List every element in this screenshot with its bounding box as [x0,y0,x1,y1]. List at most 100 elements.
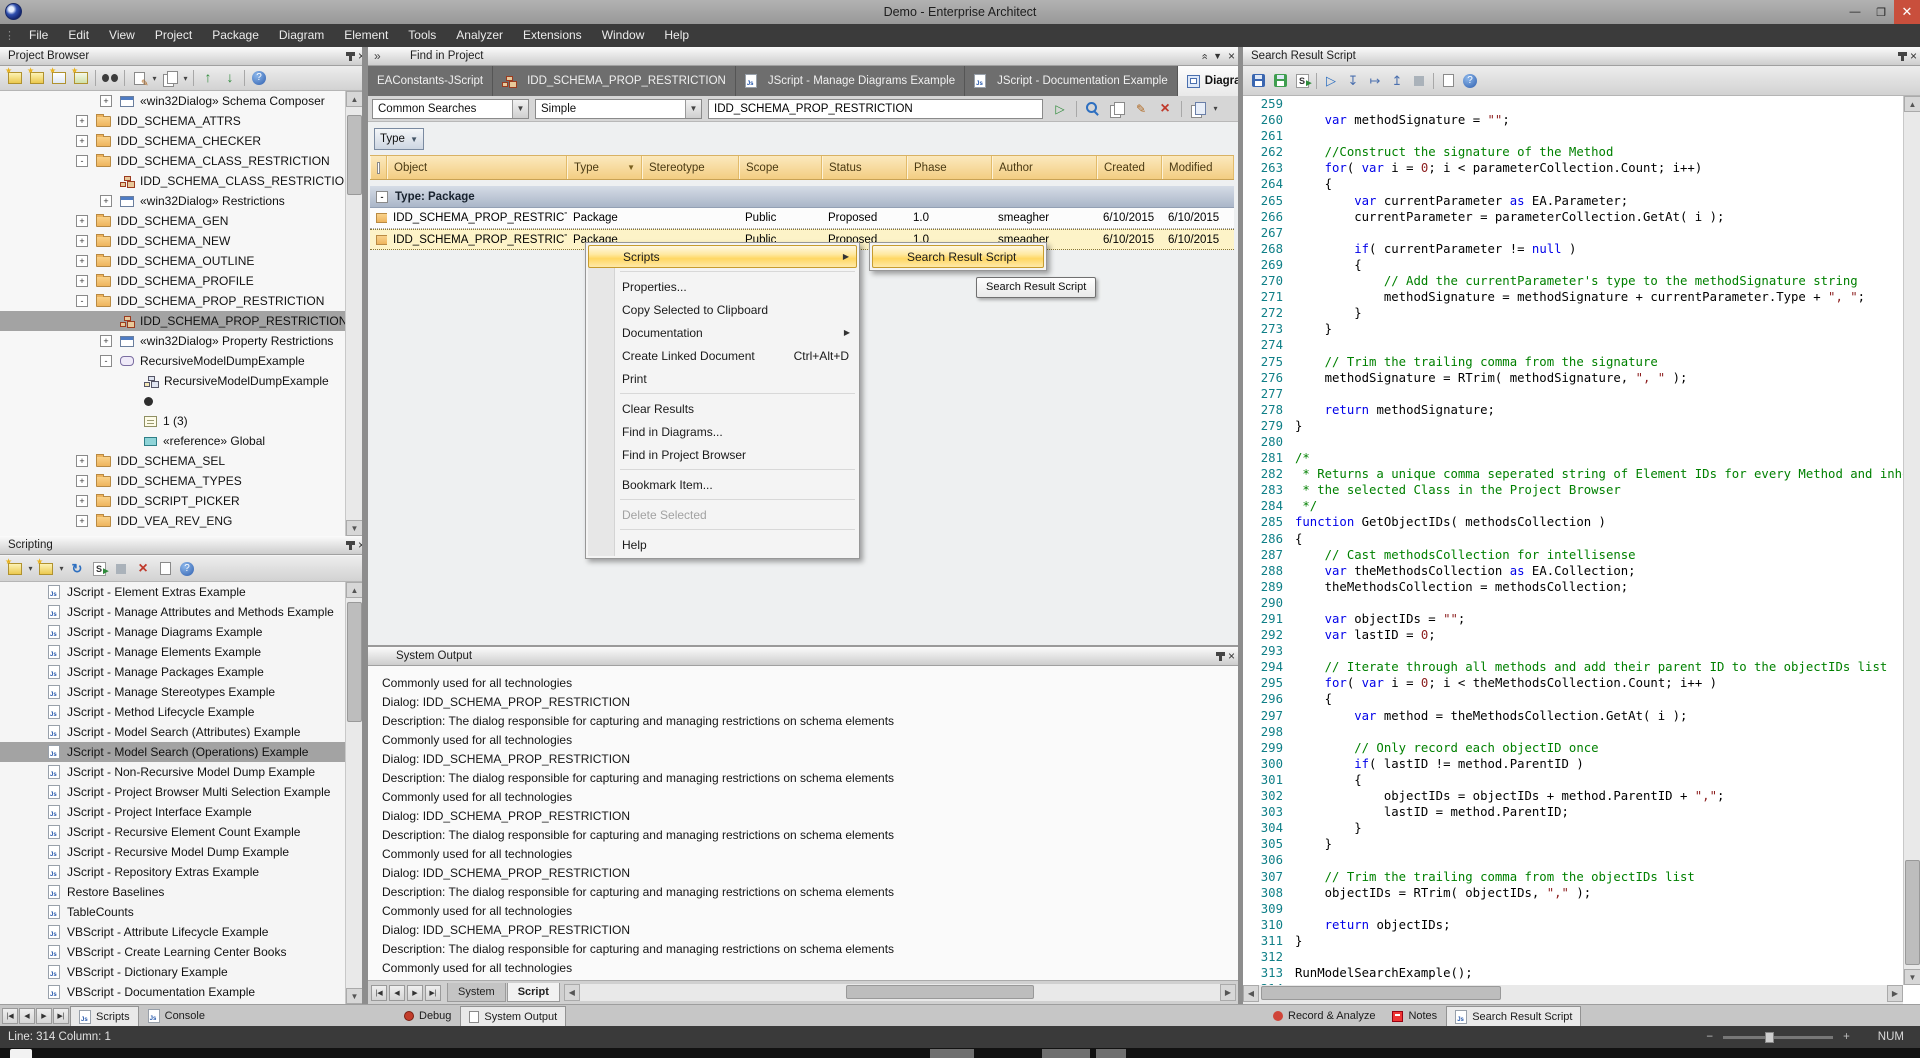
close-button[interactable]: ✕ [1894,0,1920,24]
tree-item-idd-schema-prop-restriction[interactable]: -IDD_SCHEMA_PROP_RESTRICTION [0,291,345,311]
new-element-icon[interactable] [70,68,92,88]
tab-eaconstants-jscript[interactable]: EAConstants-JScript [368,66,493,96]
menu-item-properties[interactable]: Properties... [588,275,857,298]
first-tab-icon[interactable]: |◀ [2,1008,18,1024]
prev-tab-icon[interactable]: ◀ [389,985,405,1001]
new-script-icon[interactable] [35,559,57,579]
script-item-jscript-project-interface-example[interactable]: JScript - Project Interface Example [0,802,345,822]
tab-jscript-documentation-example[interactable]: JScript - Documentation Example [965,66,1178,96]
pin-icon[interactable] [1901,52,1904,61]
menu-item-create-linked-document[interactable]: Create Linked DocumentCtrl+Alt+D [588,344,857,367]
tree-item-idd-schema-class-restriction[interactable]: -IDD_SCHEMA_CLASS_RESTRICTION [0,151,345,171]
delete-icon[interactable] [1154,99,1176,119]
help-icon[interactable] [248,68,270,88]
new-model-icon[interactable] [4,68,26,88]
tree-item-idd-schema-prop-restriction[interactable]: IDD_SCHEMA_PROP_RESTRICTION [0,311,345,331]
menu-item-documentation[interactable]: Documentation▶ [588,321,857,344]
run-search-icon[interactable] [1049,99,1071,119]
scroll-down-icon[interactable]: ▼ [346,520,363,536]
dock-tab-system-output[interactable]: System Output [460,1006,566,1026]
script-item-jscript-manage-attributes-and-methods-example[interactable]: JScript - Manage Attributes and Methods … [0,602,345,622]
tab-diagram-script[interactable]: Diagram Script [1178,66,1238,96]
menu-item-bookmark-item[interactable]: Bookmark Item... [588,473,857,496]
script-item-tablecounts[interactable]: TableCounts [0,902,345,922]
tab-idd-schema-prop-restriction[interactable]: IDD_SCHEMA_PROP_RESTRICTION [493,66,736,96]
expander-icon[interactable]: + [76,515,88,527]
step-into-icon[interactable] [1342,71,1364,91]
script-item-vbscript-create-learning-center-books[interactable]: VBScript - Create Learning Center Books [0,942,345,962]
column-header-type[interactable]: Type▼ [567,156,642,179]
script-item-jscript-repository-extras-example[interactable]: JScript - Repository Extras Example [0,862,345,882]
scroll-up-icon[interactable]: ▲ [346,582,363,598]
tree-item-idd-schema-gen[interactable]: +IDD_SCHEMA_GEN [0,211,345,231]
output-tab-system[interactable]: System [447,983,506,1002]
maximize-button[interactable]: ❐ [1868,0,1894,24]
script-item-jscript-method-lifecycle-example[interactable]: JScript - Method Lifecycle Example [0,702,345,722]
script-list-scrollbar[interactable]: ▲ ▼ [345,582,362,1004]
scroll-up-icon[interactable]: ▲ [346,91,363,107]
script-item-vbscript-documentation-example[interactable]: VBScript - Documentation Example [0,982,345,1002]
close-panel-icon[interactable]: × [1228,647,1235,666]
tree-item-reference-global[interactable]: «reference» Global [0,431,345,451]
edit-icon[interactable] [1130,99,1152,119]
expander-icon[interactable]: + [100,195,112,207]
script-item-jscript-element-extras-example[interactable]: JScript - Element Extras Example [0,582,345,602]
run-script-icon[interactable] [88,559,110,579]
dropdown-caret-icon[interactable]: ▾ [57,564,66,573]
help-icon[interactable] [1459,71,1481,91]
menu-item-delete-selected[interactable]: Delete Selected [588,503,857,526]
tree-item-idd-schema-new[interactable]: +IDD_SCHEMA_NEW [0,231,345,251]
menu-window[interactable]: Window [592,24,655,47]
expander-icon[interactable]: + [76,215,88,227]
menu-tools[interactable]: Tools [398,24,446,47]
taskbar-item[interactable] [930,1049,974,1058]
column-header-author[interactable]: Author [992,156,1097,179]
menu-item-copy-selected-to-clipboard[interactable]: Copy Selected to Clipboard [588,298,857,321]
step-over-icon[interactable] [1364,71,1386,91]
tree-item-idd-schema-class-restriction[interactable]: IDD_SCHEMA_CLASS_RESTRICTION [0,171,345,191]
refresh-icon[interactable] [66,559,88,579]
step-out-icon[interactable] [1386,71,1408,91]
column-header-icon[interactable] [370,156,387,179]
options-icon[interactable] [1187,99,1209,119]
pin-icon[interactable] [349,541,352,550]
scroll-left-icon[interactable]: ◀ [1243,985,1259,1002]
expander-icon[interactable]: + [76,115,88,127]
menu-item-print[interactable]: Print [588,367,857,390]
collapse-group-icon[interactable]: - [376,191,388,203]
menu-diagram[interactable]: Diagram [269,24,334,47]
tree-item-idd-schema-sel[interactable]: +IDD_SCHEMA_SEL [0,451,345,471]
tree-item-idd-schema-types[interactable]: +IDD_SCHEMA_TYPES [0,471,345,491]
tree-item-recursivemodeldumpexample[interactable]: RecursiveModelDumpExample [0,371,345,391]
pin-icon[interactable] [349,52,352,61]
menu-element[interactable]: Element [334,24,398,47]
expander-icon[interactable]: - [76,295,88,307]
script-item-jscript-model-search-attributes-example[interactable]: JScript - Model Search (Attributes) Exam… [0,722,345,742]
expander-icon[interactable]: + [76,475,88,487]
scroll-right-icon[interactable]: ▶ [1887,985,1903,1002]
script-item-jscript-manage-diagrams-example[interactable]: JScript - Manage Diagrams Example [0,622,345,642]
menu-edit[interactable]: Edit [58,24,99,47]
new-diagram-icon[interactable] [48,68,70,88]
zoom-in-icon[interactable]: + [1843,1031,1850,1043]
tree-item-idd-schema-profile[interactable]: +IDD_SCHEMA_PROFILE [0,271,345,291]
menu-file[interactable]: File [19,24,58,47]
tree-item-win32dialog-schema-composer[interactable]: +«win32Dialog» Schema Composer [0,91,345,111]
help-icon[interactable] [176,559,198,579]
dropdown-caret-icon[interactable]: ▾ [150,74,159,83]
search-term-input[interactable] [708,99,1043,119]
editor-vscrollbar[interactable]: ▲ ▼ [1903,96,1920,985]
dropdown-caret-icon[interactable]: ▾ [181,74,190,83]
column-header-scope[interactable]: Scope [739,156,822,179]
editor-hscrollbar[interactable]: ◀ ▶ [1243,985,1903,1004]
group-by-type-button[interactable]: Type ▼ [374,128,424,150]
tree-item-idd-schema-checker[interactable]: +IDD_SCHEMA_CHECKER [0,131,345,151]
chevron-right-icon[interactable]: » [374,47,381,66]
menu-view[interactable]: View [99,24,145,47]
script-item-jscript-manage-stereotypes-example[interactable]: JScript - Manage Stereotypes Example [0,682,345,702]
dropdown-caret-icon[interactable]: ▾ [1211,104,1220,113]
dock-tab-scripts[interactable]: Scripts [70,1006,139,1026]
save-icon[interactable] [1247,71,1269,91]
menu-extensions[interactable]: Extensions [513,24,592,47]
combo-dropdown-icon[interactable]: ▼ [685,100,701,118]
